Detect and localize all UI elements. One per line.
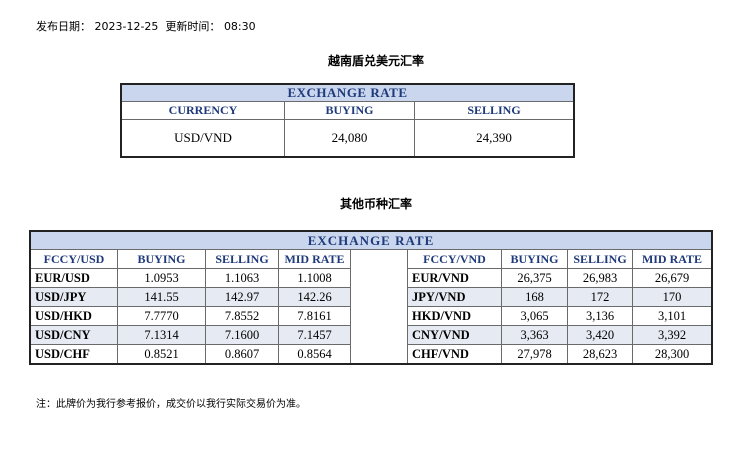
usd-vnd-buying: 24,080 [284,119,415,158]
column-gap [350,306,408,326]
col-right-mid: MID RATE [632,249,713,269]
right-buying: 26,375 [501,268,568,288]
table-row: USD/HKD 7.7770 7.8552 7.8161 HKD/VND 3,0… [29,306,713,326]
left-buying: 1.0953 [117,268,206,288]
col-left-mid: MID RATE [278,249,351,269]
left-buying: 141.55 [117,287,206,307]
right-pair: JPY/VND [407,287,502,307]
other-rates-table: EXCHANGE RATE FCCY/USD BUYING SELLING MI… [29,230,713,365]
right-pair: EUR/VND [407,268,502,288]
right-buying: 27,978 [501,344,568,365]
right-selling: 3,420 [567,325,633,345]
left-mid: 1.1008 [278,268,351,288]
right-buying: 3,065 [501,306,568,326]
right-selling: 26,983 [567,268,633,288]
right-mid: 3,101 [632,306,713,326]
usd-vnd-selling: 24,390 [414,119,575,158]
right-selling: 28,623 [567,344,633,365]
right-pair: CNY/VND [407,325,502,345]
left-pair: USD/CHF [29,344,118,365]
table-row: USD/CNY 7.1314 7.1600 7.1457 CNY/VND 3,3… [29,325,713,345]
usd-vnd-table: EXCHANGE RATE CURRENCY BUYING SELLING US… [120,83,575,158]
left-buying: 7.7770 [117,306,206,326]
publish-info: 发布日期： 2023-12-25 更新时间： 08:30 [36,18,256,34]
col-buying: BUYING [284,101,415,120]
right-buying: 3,363 [501,325,568,345]
col-right-selling: SELLING [567,249,633,269]
col-left-selling: SELLING [205,249,279,269]
left-mid: 7.1457 [278,325,351,345]
right-mid: 170 [632,287,713,307]
left-selling: 1.1063 [205,268,279,288]
publish-date: 2023-12-25 [94,20,159,33]
table-row: USD/CHF 0.8521 0.8607 0.8564 CHF/VND 27,… [29,344,713,365]
left-selling: 142.97 [205,287,279,307]
col-fccy-usd: FCCY/USD [29,249,118,269]
column-gap [350,344,408,364]
col-right-buying: BUYING [501,249,568,269]
footnote: 注：此牌价为我行参考报价，成交价以我行实际交易价为准。 [36,399,306,410]
left-buying: 0.8521 [117,344,206,365]
update-time-label: 更新时间： [165,20,221,33]
right-mid: 3,392 [632,325,713,345]
left-mid: 7.8161 [278,306,351,326]
right-pair: CHF/VND [407,344,502,365]
usd-vnd-currency: USD/VND [120,119,285,158]
col-currency: CURRENCY [120,101,285,120]
left-selling: 7.1600 [205,325,279,345]
left-buying: 7.1314 [117,325,206,345]
table-row: EUR/USD 1.0953 1.1063 1.1008 EUR/VND 26,… [29,268,713,288]
right-pair: HKD/VND [407,306,502,326]
column-gap [350,325,408,345]
column-gap [350,268,408,288]
usd-vnd-header: EXCHANGE RATE [120,83,575,102]
right-buying: 168 [501,287,568,307]
left-mid: 0.8564 [278,344,351,365]
right-mid: 28,300 [632,344,713,365]
left-pair: USD/CNY [29,325,118,345]
left-mid: 142.26 [278,287,351,307]
usd-vnd-title: 越南盾兑美元汇率 [327,54,424,68]
left-pair: USD/HKD [29,306,118,326]
col-selling: SELLING [414,101,575,120]
publish-date-label: 发布日期： [36,20,91,33]
col-fccy-vnd: FCCY/VND [407,249,502,269]
left-pair: EUR/USD [29,268,118,288]
right-selling: 3,136 [567,306,633,326]
column-gap [350,249,408,269]
col-left-buying: BUYING [117,249,206,269]
other-rates-header: EXCHANGE RATE [29,230,713,250]
other-rates-title: 其他币种汇率 [339,197,412,211]
right-selling: 172 [567,287,633,307]
right-mid: 26,679 [632,268,713,288]
left-pair: USD/JPY [29,287,118,307]
table-row: USD/JPY 141.55 142.97 142.26 JPY/VND 168… [29,287,713,307]
update-time: 08:30 [223,20,256,33]
column-gap [350,287,408,307]
left-selling: 7.8552 [205,306,279,326]
left-selling: 0.8607 [205,344,279,365]
